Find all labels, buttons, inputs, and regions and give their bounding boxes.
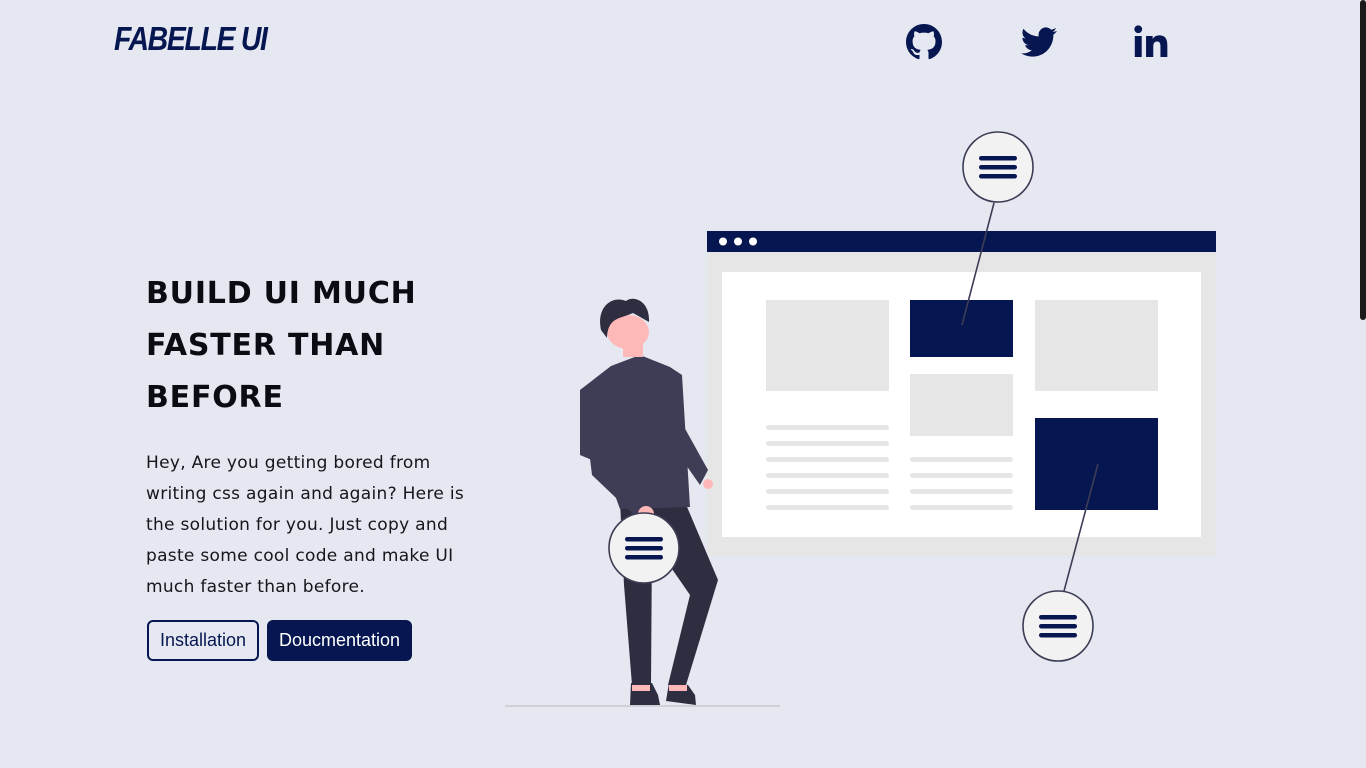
page-scrollbar[interactable] [1360,0,1366,320]
hero-illustration [505,131,1216,707]
headline-line-1: BUILD UI MUCH [146,276,417,311]
brand-logo[interactable]: FABELLE UI [114,20,268,58]
menu-bubble-top [962,131,1034,203]
browser-window-illustration [707,231,1216,556]
installation-button[interactable]: Installation [147,620,259,661]
hero-headline: BUILD UI MUCH FASTER THAN BEFORE [146,268,486,424]
linkedin-link[interactable] [1133,24,1169,60]
hero-description: Hey, Are you getting bored from writing … [146,453,465,597]
twitter-link[interactable] [1021,24,1057,60]
documentation-button[interactable]: Doucmentation [267,620,412,661]
github-icon [906,24,942,60]
menu-bubble-bottom [1022,590,1094,662]
linkedin-icon [1134,25,1168,57]
headline-line-3: BEFORE [146,380,284,415]
hero-section: BUILD UI MUCH FASTER THAN BEFORE Hey, Ar… [146,268,486,603]
person-illustration [580,298,718,705]
github-link[interactable] [906,24,942,60]
twitter-icon [1021,27,1057,57]
headline-line-2: FASTER THAN [146,328,386,363]
